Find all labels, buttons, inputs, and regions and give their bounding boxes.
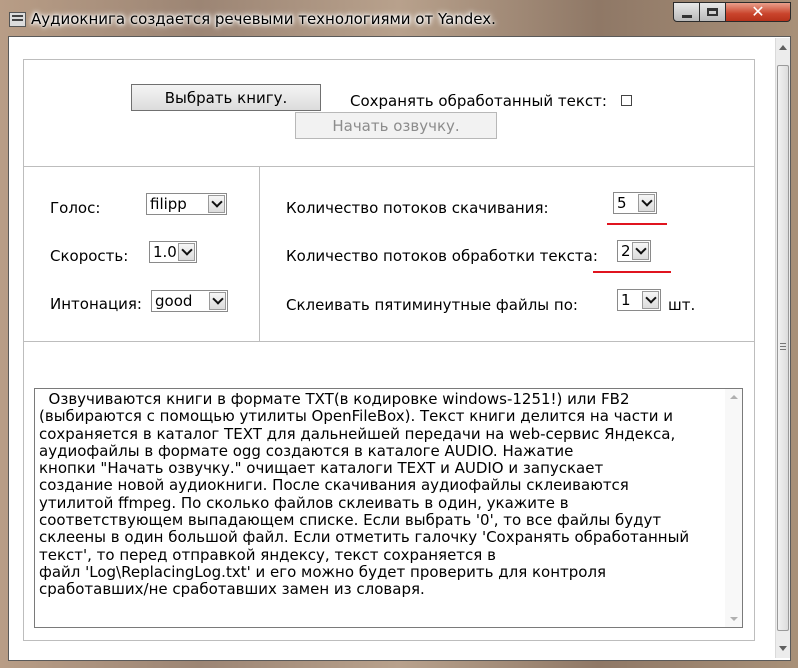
- chevron-down-icon[interactable]: [638, 194, 655, 212]
- title-bar[interactable]: Аудиокнига создается речевыми технология…: [0, 0, 798, 36]
- save-text-label: Сохранять обработанный текст:: [350, 92, 607, 110]
- merge-files-unit: шт.: [668, 296, 696, 314]
- intonation-label: Интонация:: [50, 295, 142, 313]
- scroll-up-icon[interactable]: [779, 45, 787, 50]
- actions-group: Выбрать книгу. Сохранять обработанный те…: [23, 59, 755, 167]
- merge-files-label: Склеивать пятиминутные файлы по:: [286, 296, 578, 314]
- voice-value: filipp: [150, 195, 187, 213]
- description-textarea[interactable]: Озвучиваются книги в формате TXT(в кодир…: [34, 388, 743, 628]
- highlight-underline: [593, 271, 671, 273]
- start-voiceover-button[interactable]: Начать озвучку.: [295, 112, 497, 139]
- description-group: Озвучиваются книги в формате TXT(в кодир…: [23, 341, 755, 641]
- threads-settings-group: Количество потоков скачивания: 5 Количес…: [259, 166, 755, 342]
- intonation-value: good: [155, 292, 193, 310]
- download-threads-select[interactable]: 5: [613, 192, 657, 214]
- maximize-icon: [707, 8, 718, 16]
- merge-files-value: 1: [621, 291, 631, 309]
- intonation-select[interactable]: good: [151, 290, 228, 312]
- chevron-down-icon[interactable]: [642, 291, 659, 309]
- voice-settings-group: Голос: filipp Скорость: 1.0 Интонация: g…: [23, 166, 260, 342]
- speed-value: 1.0: [153, 243, 177, 261]
- save-text-checkbox[interactable]: [621, 95, 632, 106]
- close-button[interactable]: ✕: [725, 2, 791, 22]
- minimize-button[interactable]: [673, 2, 700, 22]
- highlight-underline: [607, 223, 667, 225]
- text-threads-value: 2: [621, 242, 631, 260]
- text-threads-label: Количество потоков обработки текста:: [286, 247, 598, 265]
- text-threads-select[interactable]: 2: [617, 240, 651, 262]
- chevron-down-icon[interactable]: [632, 242, 649, 260]
- window-title: Аудиокнига создается речевыми технология…: [31, 10, 496, 28]
- grip-icon: [780, 343, 786, 350]
- chevron-down-icon[interactable]: [209, 292, 226, 310]
- scroll-down-icon[interactable]: [779, 646, 787, 651]
- choose-book-button[interactable]: Выбрать книгу.: [131, 84, 321, 111]
- chevron-down-icon[interactable]: [178, 243, 195, 261]
- download-threads-label: Количество потоков скачивания:: [286, 199, 549, 217]
- scroll-up-icon[interactable]: [730, 395, 738, 399]
- voice-select[interactable]: filipp: [146, 193, 227, 215]
- window-scrollbar[interactable]: [775, 38, 790, 658]
- client-area: Выбрать книгу. Сохранять обработанный те…: [8, 36, 791, 661]
- textarea-scrollbar[interactable]: [725, 389, 742, 627]
- scrollbar-thumb[interactable]: [777, 65, 789, 631]
- description-text: Озвучиваются книги в формате TXT(в кодир…: [39, 390, 690, 599]
- maximize-button[interactable]: [699, 2, 726, 22]
- download-threads-value: 5: [617, 194, 627, 212]
- close-icon: ✕: [751, 2, 765, 21]
- speed-label: Скорость:: [50, 247, 129, 265]
- chevron-down-icon[interactable]: [208, 195, 225, 213]
- speed-select[interactable]: 1.0: [149, 241, 197, 263]
- merge-files-select[interactable]: 1: [617, 289, 661, 311]
- scroll-down-icon[interactable]: [730, 617, 738, 621]
- minimize-icon: [681, 14, 692, 18]
- voice-label: Голос:: [50, 199, 101, 217]
- app-icon[interactable]: [9, 12, 26, 27]
- window-frame: Аудиокнига создается речевыми технология…: [0, 0, 798, 668]
